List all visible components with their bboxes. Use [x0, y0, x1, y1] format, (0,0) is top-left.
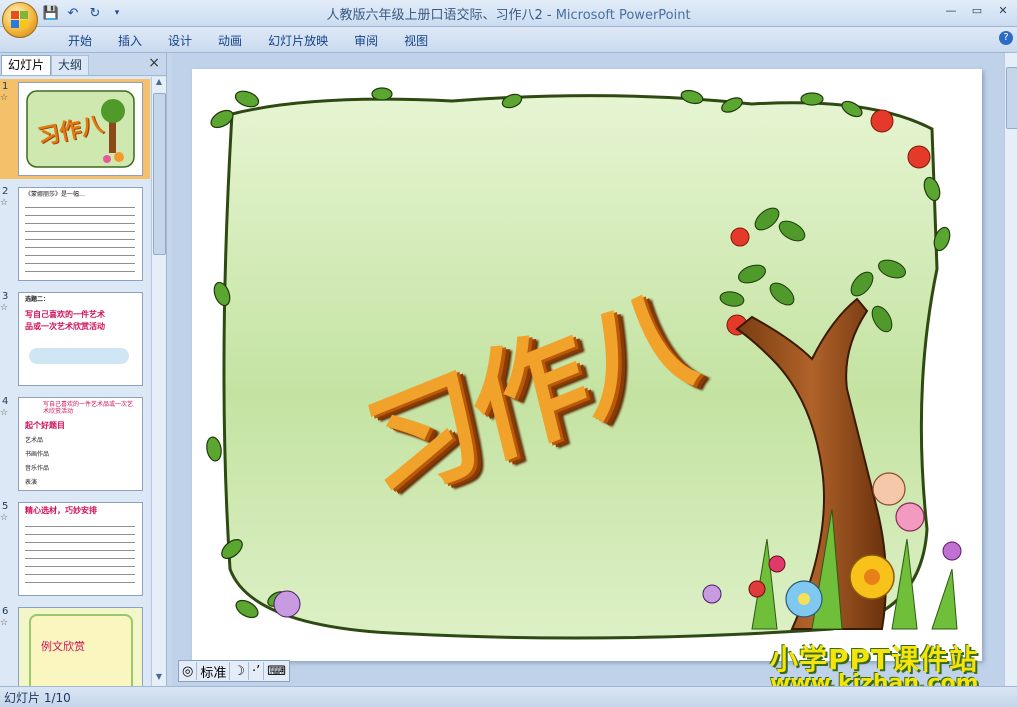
thumb-preview: 精心选材，巧妙安排 [18, 502, 143, 596]
thumb-preview: 例文欣赏 [18, 607, 143, 686]
thumb-preview: 写自己喜欢的一件艺术品或一次艺术欣赏活动 起个好题目 艺术品 书画作品 音乐作品… [18, 397, 143, 491]
animation-star-icon: ☆ [0, 618, 9, 628]
thumb-number: 6 [2, 606, 9, 617]
app-name: Microsoft PowerPoint [555, 8, 691, 23]
scroll-thumb[interactable] [153, 93, 166, 255]
scroll-up-icon[interactable]: ▲ [152, 77, 166, 91]
moon-icon[interactable]: ☽ [230, 662, 250, 680]
slide-thumb-2[interactable]: 2 ☆ 《蒙娜丽莎》是一幅… [0, 184, 150, 284]
slide-thumb-1[interactable]: 1 ☆ 习作八 [0, 79, 150, 179]
slide-thumb-5[interactable]: 5 ☆ 精心选材，巧妙安排 [0, 499, 150, 599]
tab-animations[interactable]: 动画 [205, 32, 255, 49]
thumbnail-scrollbar[interactable]: ▲ ▼ [151, 77, 166, 686]
punctuation-icon[interactable]: ·’ [249, 662, 265, 680]
thumb-4-item: 书画作品 [25, 451, 50, 458]
tab-outline[interactable]: 大纲 [51, 55, 90, 75]
thumb-number: 3 [2, 291, 9, 302]
animation-star-icon: ☆ [0, 513, 9, 523]
ime-mode[interactable]: 标准 [197, 662, 231, 681]
thumb-number: 2 [2, 186, 9, 197]
thumb-5-lines [25, 521, 135, 589]
thumb-number: 4 [2, 396, 9, 407]
scroll-down-icon[interactable]: ▼ [152, 672, 166, 686]
ime-bar: ◎ 标准 ☽ ·’ ⌨ [178, 660, 291, 682]
thumb-preview: 《蒙娜丽莎》是一幅… [18, 187, 143, 281]
window-title: 人教版六年级上册口语交际、习作八2 - Microsoft PowerPoint [0, 4, 1017, 23]
thumb-5-title: 精心选材，巧妙安排 [25, 506, 97, 515]
thumb-2-text: 《蒙娜丽莎》是一幅… [25, 191, 86, 198]
ribbon: 开始 插入 设计 动画 幻灯片放映 审阅 视图 ? [0, 27, 1017, 53]
ribbon-tabs: 开始 插入 设计 动画 幻灯片放映 审阅 视图 [55, 32, 441, 49]
thumb-3-cloud [29, 348, 129, 364]
tab-slideshow[interactable]: 幻灯片放映 [255, 32, 341, 49]
current-slide[interactable]: 习作八 [192, 69, 982, 661]
animation-star-icon: ☆ [0, 93, 9, 103]
thumb-4-title: 起个好题目 [25, 421, 65, 430]
ime-icon[interactable]: ◎ [179, 662, 198, 680]
thumb-3-line-b: 品或一次艺术欣赏活动 [25, 322, 105, 331]
thumb-4-item: 表演 [25, 479, 38, 486]
slides-panel: 幻灯片 大纲 × 1 ☆ 习作八 2 ☆ 《蒙娜丽莎》是一幅… 3 ☆ 选题二：… [0, 53, 167, 686]
office-logo-icon [11, 11, 29, 29]
thumb-number: 1 [2, 81, 9, 92]
tab-review[interactable]: 审阅 [341, 32, 391, 49]
tab-design[interactable]: 设计 [155, 32, 205, 49]
thumb-6-title: 例文欣赏 [41, 640, 85, 653]
animation-star-icon: ☆ [0, 408, 9, 418]
slide-scrollbar[interactable] [1004, 53, 1017, 686]
document-title: 人教版六年级上册口语交际、习作八2 - [326, 8, 552, 23]
thumb-3-heading: 选题二： [25, 296, 50, 303]
slide-thumb-4[interactable]: 4 ☆ 写自己喜欢的一件艺术品或一次艺术欣赏活动 起个好题目 艺术品 书画作品 … [0, 394, 150, 494]
animation-star-icon: ☆ [0, 198, 9, 208]
tab-home[interactable]: 开始 [55, 32, 105, 49]
slide-editor: 习作八 ◎ 标准 ☽ ·’ ⌨ [172, 53, 1004, 686]
minimize-icon[interactable]: — [941, 3, 961, 19]
thumb-preview: 选题二： 写自己喜欢的一件艺术 品或一次艺术欣赏活动 [18, 292, 143, 386]
tab-slides[interactable]: 幻灯片 [1, 55, 52, 75]
status-bar: 幻灯片 1/10 [0, 686, 1017, 707]
close-icon[interactable]: ✕ [993, 3, 1013, 19]
panel-close-icon[interactable]: × [148, 55, 160, 71]
animation-star-icon: ☆ [0, 303, 9, 313]
thumb-4-item: …… [19, 490, 142, 491]
thumbnail-list: 1 ☆ 习作八 2 ☆ 《蒙娜丽莎》是一幅… 3 ☆ 选题二： 写自己喜欢的一件… [0, 77, 150, 686]
thumb-4-item: 音乐作品 [25, 465, 50, 472]
tab-insert[interactable]: 插入 [105, 32, 155, 49]
title-bar: 💾 ↶ ↻ ▾ 人教版六年级上册口语交际、习作八2 - Microsoft Po… [0, 0, 1017, 27]
scroll-thumb[interactable] [1006, 67, 1017, 129]
thumb-number: 5 [2, 501, 9, 512]
window-controls: — ▭ ✕ [941, 3, 1013, 19]
thumb-4-item: 艺术品 [25, 437, 44, 444]
panel-tabs: 幻灯片 大纲 × [0, 53, 166, 76]
slide-counter: 幻灯片 1/10 [4, 691, 71, 705]
tab-view[interactable]: 视图 [391, 32, 441, 49]
thumb-2-lines [25, 202, 135, 272]
slide-thumb-6[interactable]: 6 ☆ 例文欣赏 [0, 604, 150, 686]
keyboard-icon[interactable]: ⌨ [264, 662, 289, 680]
office-button[interactable] [2, 2, 38, 38]
maximize-icon[interactable]: ▭ [967, 3, 987, 19]
thumb-4-head: 写自己喜欢的一件艺术品或一次艺术欣赏活动 [43, 401, 134, 415]
help-icon[interactable]: ? [999, 31, 1013, 45]
slide-thumb-3[interactable]: 3 ☆ 选题二： 写自己喜欢的一件艺术 品或一次艺术欣赏活动 [0, 289, 150, 389]
thumb-preview: 习作八 [18, 82, 143, 176]
